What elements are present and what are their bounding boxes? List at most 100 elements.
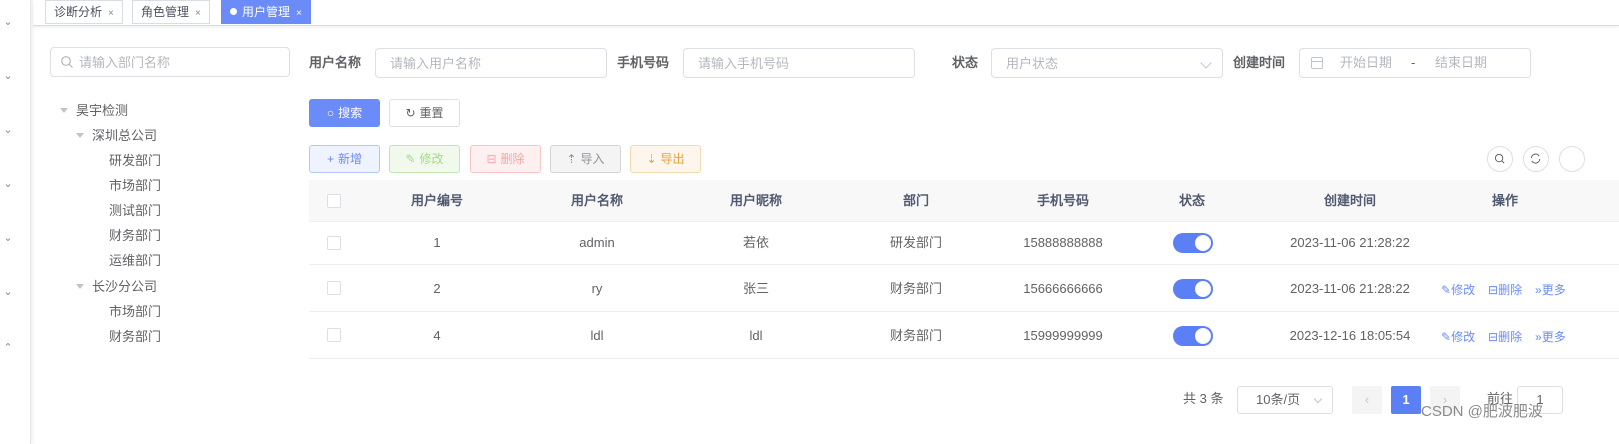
cell-phone: 15888888888: [1023, 235, 1103, 250]
export-button-label: 导出: [660, 152, 685, 166]
chevron-down-icon: [1200, 57, 1212, 69]
tree-node-leaf[interactable]: 市场部门: [109, 302, 161, 322]
tree-node-changsha[interactable]: 长沙分公司: [76, 277, 157, 297]
select-all-checkbox[interactable]: [327, 194, 341, 208]
search-icon: [61, 56, 73, 68]
calendar-icon: [1311, 57, 1323, 69]
tab-user-management[interactable]: 用户管理 ×: [221, 0, 311, 24]
date-range-picker[interactable]: 开始日期 - 结束日期: [1299, 48, 1531, 78]
username-input[interactable]: [390, 50, 574, 76]
column-header: 创建时间: [1323, 193, 1376, 208]
cell-created: 2023-11-06 21:28:22: [1290, 281, 1410, 296]
page-size-select[interactable]: 10条/页: [1237, 386, 1333, 414]
caret-down-icon[interactable]: [60, 108, 68, 113]
end-date-placeholder[interactable]: 结束日期: [1435, 49, 1487, 77]
column-header: 用户编号: [410, 193, 463, 208]
close-icon[interactable]: ×: [296, 8, 302, 19]
page-number-button[interactable]: 1: [1391, 386, 1421, 414]
row-checkbox[interactable]: [327, 281, 341, 295]
tree-node-leaf[interactable]: 运维部门: [109, 251, 161, 271]
tree-label: 长沙分公司: [92, 279, 158, 294]
close-icon[interactable]: ×: [195, 8, 201, 19]
edit-icon: ✎: [405, 152, 416, 166]
edit-button[interactable]: ✎ 修改: [389, 145, 460, 173]
add-button-label: 新增: [338, 152, 363, 166]
delete-button[interactable]: ⊟ 删除: [470, 145, 541, 173]
start-date-placeholder[interactable]: 开始日期: [1340, 49, 1392, 77]
cell-username: ry: [591, 281, 603, 296]
status-switch[interactable]: [1173, 279, 1213, 299]
add-button[interactable]: + 新增: [309, 145, 380, 173]
import-button[interactable]: ⇡ 导入: [550, 145, 621, 173]
row-checkbox[interactable]: [327, 236, 341, 250]
caret-down-icon[interactable]: [76, 133, 84, 138]
column-header: 用户名称: [570, 193, 623, 208]
edit-icon: ✎: [1441, 330, 1452, 344]
status-select[interactable]: [991, 48, 1223, 78]
cell-phone: 15999999999: [1023, 328, 1103, 343]
search-button[interactable]: ○ 搜索: [309, 99, 380, 127]
delete-link[interactable]: ⊟删除: [1488, 328, 1522, 345]
chevron-down-icon[interactable]: ⌄: [2, 286, 14, 298]
tree-node-root[interactable]: 昊宇检测: [60, 101, 128, 121]
chevron-down-icon[interactable]: ⌄: [2, 178, 14, 190]
download-icon: ⇣: [646, 152, 657, 166]
table-header: 用户编号 用户名称 用户昵称 部门 手机号码 状态 创建时间 操作: [309, 180, 1619, 222]
columns-button[interactable]: [1559, 146, 1585, 172]
tab-label: 诊断分析: [54, 5, 103, 19]
more-link[interactable]: »更多: [1535, 281, 1566, 298]
table-row: 1 admin 若依 研发部门 15888888888 2023-11-06 2…: [309, 222, 1619, 265]
column-header: 状态: [1178, 193, 1205, 208]
refresh-icon: [1530, 153, 1541, 164]
trash-icon: ⊟: [486, 152, 497, 166]
tree-node-leaf[interactable]: 市场部门: [109, 176, 161, 196]
tree-node-leaf[interactable]: 财务部门: [109, 226, 161, 246]
cell-nickname: ldl: [749, 328, 763, 343]
dept-search-input[interactable]: [79, 49, 279, 75]
row-checkbox[interactable]: [327, 328, 341, 342]
phone-label: 手机号码: [617, 55, 670, 70]
active-dot-icon: [230, 8, 237, 15]
plus-icon: +: [326, 152, 334, 166]
close-icon[interactable]: ×: [108, 8, 114, 19]
chevron-down-icon[interactable]: ⌄: [2, 70, 14, 82]
trash-icon: ⊟: [1488, 283, 1499, 297]
status-label: 状态: [952, 55, 979, 70]
tree-node-leaf[interactable]: 财务部门: [109, 327, 161, 347]
status-switch[interactable]: [1173, 233, 1213, 253]
tree-node-leaf[interactable]: 测试部门: [109, 201, 161, 221]
delete-link-label: 删除: [1498, 330, 1523, 344]
tree-label: 深圳总公司: [92, 128, 158, 143]
edit-link[interactable]: ✎修改: [1441, 281, 1475, 298]
status-select-input[interactable]: [1006, 50, 1190, 76]
toggle-search-button[interactable]: [1487, 146, 1513, 172]
tree-node-leaf[interactable]: 研发部门: [109, 151, 161, 171]
delete-link[interactable]: ⊟删除: [1488, 281, 1522, 298]
export-button[interactable]: ⇣ 导出: [630, 145, 701, 173]
chevron-down-icon[interactable]: ⌄: [2, 232, 14, 244]
table-row: 2 ry 张三 财务部门 15666666666 2023-11-06 21:2…: [309, 265, 1619, 312]
tags-view: 诊断分析 × 角色管理 × 用户管理 ×: [33, 0, 1619, 26]
reset-button[interactable]: ↻ 重置: [389, 99, 460, 127]
refresh-button[interactable]: [1523, 146, 1549, 172]
status-switch[interactable]: [1173, 326, 1213, 346]
search-icon: ○: [326, 106, 335, 120]
chevron-down-icon[interactable]: ⌄: [2, 16, 14, 28]
search-icon: [1494, 153, 1505, 164]
tab-diagnosis[interactable]: 诊断分析 ×: [45, 0, 123, 24]
phone-input[interactable]: [698, 50, 882, 76]
chevron-down-icon[interactable]: ⌄: [2, 124, 14, 136]
tab-role-management[interactable]: 角色管理 ×: [132, 0, 210, 24]
dept-search-box: [50, 47, 290, 77]
more-link-label: 更多: [1541, 330, 1566, 344]
upload-icon: ⇡: [566, 152, 577, 166]
pagination-total: 共 3 条: [1183, 391, 1224, 406]
more-link[interactable]: »更多: [1535, 328, 1566, 345]
edit-link[interactable]: ✎修改: [1441, 328, 1475, 345]
prev-page-button[interactable]: ‹: [1352, 386, 1382, 414]
search-button-label: 搜索: [338, 106, 363, 120]
caret-down-icon[interactable]: [76, 284, 84, 289]
cell-nickname: 若依: [742, 235, 769, 250]
tree-node-shenzhen[interactable]: 深圳总公司: [76, 126, 157, 146]
chevron-up-icon[interactable]: ⌃: [2, 342, 14, 354]
